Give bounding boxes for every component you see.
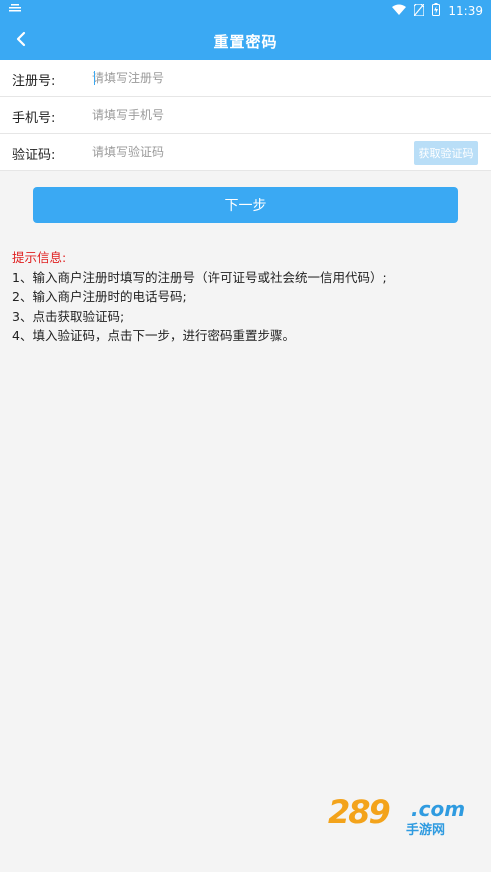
- verification-code-input[interactable]: [92, 140, 312, 164]
- signal-strength-icon: [8, 3, 22, 18]
- registration-number-row: 注册号:: [0, 60, 491, 97]
- tip-item: 1、输入商户注册时填写的注册号（许可证号或社会统一信用代码）;: [12, 269, 387, 285]
- next-step-button[interactable]: 下一步: [33, 187, 458, 223]
- phone-number-input[interactable]: [92, 103, 392, 127]
- tip-item: 3、点击获取验证码;: [12, 308, 125, 324]
- registration-number-input[interactable]: [92, 66, 392, 90]
- app-header: 重置密码: [0, 22, 491, 60]
- tips-title: 提示信息:: [12, 250, 67, 265]
- watermark-subtitle: 手游网: [406, 823, 446, 838]
- tip-item: 2、输入商户注册时的电话号码;: [12, 289, 187, 304]
- phone-number-row: 手机号:: [0, 97, 491, 134]
- battery-charging-icon: [432, 3, 441, 19]
- text-cursor: [94, 71, 95, 85]
- watermark-number: 289: [328, 793, 391, 831]
- status-time: 11:39: [448, 4, 483, 18]
- wifi-icon: [392, 4, 407, 19]
- page-title: 重置密码: [213, 33, 278, 51]
- watermark-domain: .com: [411, 797, 466, 821]
- verification-code-row: 验证码: 获取验证码: [0, 134, 491, 171]
- registration-number-label: 注册号:: [12, 74, 56, 89]
- site-watermark: 289 .com 手游网: [328, 793, 488, 843]
- phone-number-label: 手机号:: [12, 111, 56, 126]
- tips-section: 提示信息: 1、输入商户注册时填写的注册号（许可证号或社会统一信用代码）; 2、…: [12, 248, 482, 346]
- no-sim-icon: [413, 2, 426, 19]
- status-bar: 11:39: [0, 0, 491, 22]
- verification-code-label: 验证码:: [12, 148, 56, 163]
- reset-password-form: 注册号: 手机号: 验证码: 获取验证码: [0, 60, 491, 171]
- tip-item: 4、填入验证码，点击下一步，进行密码重置步骤。: [12, 328, 295, 343]
- get-verification-code-button[interactable]: 获取验证码: [414, 141, 478, 165]
